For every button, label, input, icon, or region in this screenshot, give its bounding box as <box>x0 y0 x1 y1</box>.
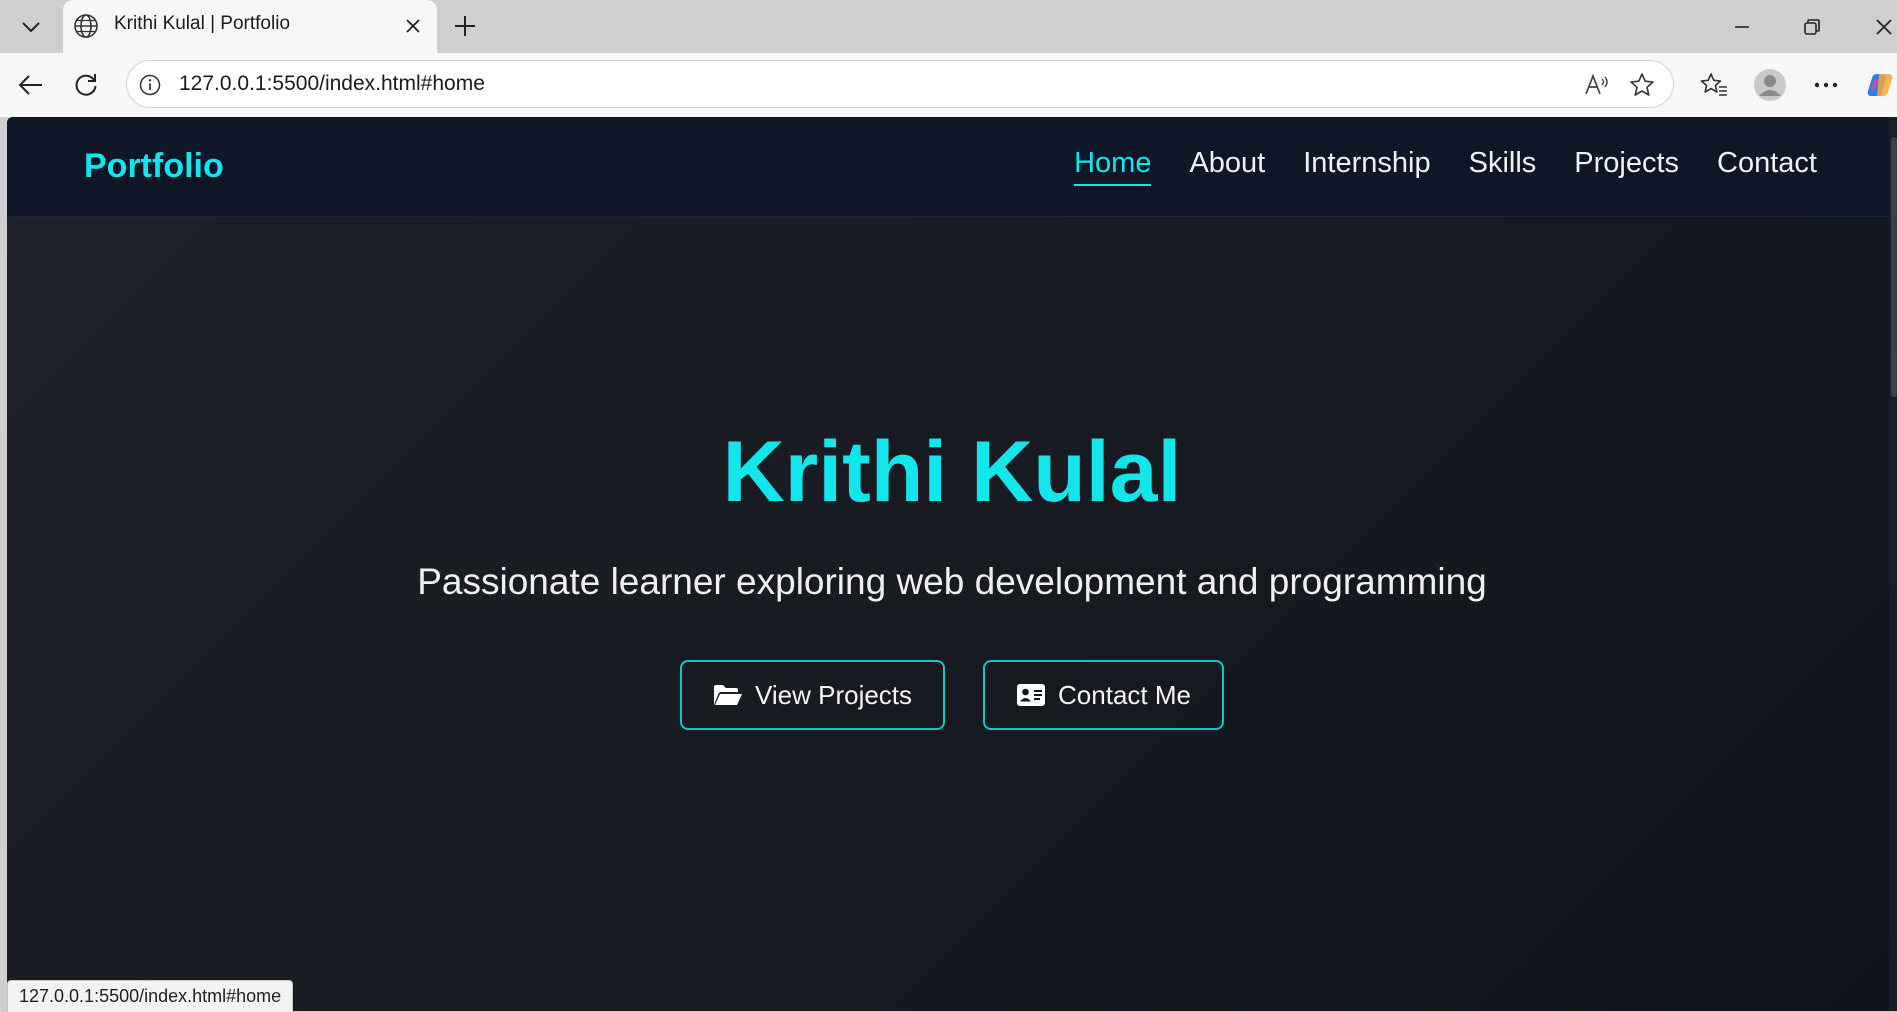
page-scrollbar[interactable] <box>1889 117 1897 1011</box>
page-scrollbar-thumb[interactable] <box>1891 137 1897 397</box>
favorites-button[interactable] <box>1696 67 1732 103</box>
site-nav-links: Home About Internship Skills Projects Co… <box>1074 147 1817 186</box>
close-icon <box>1876 19 1892 35</box>
avatar-icon <box>1754 69 1786 101</box>
site-info-icon[interactable] <box>137 72 163 98</box>
chevron-down-icon <box>22 22 40 33</box>
profile-button[interactable] <box>1752 67 1788 103</box>
browser-tab-active[interactable]: Krithi Kulal | Portfolio <box>63 0 437 53</box>
contact-me-button[interactable]: Contact Me <box>983 660 1224 730</box>
hero-tagline: Passionate learner exploring web develop… <box>417 561 1487 602</box>
browser-toolbar: 127.0.0.1:5500/index.html#home <box>0 53 1897 117</box>
address-card-icon <box>1016 682 1046 708</box>
browser-tab-strip: Krithi Kulal | Portfolio <box>0 0 1897 53</box>
site-brand-logo[interactable]: Portfolio <box>84 147 224 186</box>
nav-link-internship[interactable]: Internship <box>1303 147 1430 186</box>
tab-close-button[interactable] <box>401 14 425 38</box>
nav-link-projects[interactable]: Projects <box>1574 147 1679 186</box>
settings-more-button[interactable] <box>1808 67 1844 103</box>
site-navbar: Portfolio Home About Internship Skills P… <box>7 117 1897 217</box>
contact-me-label: Contact Me <box>1058 679 1191 710</box>
hero-button-row: View Projects Contact Me <box>7 660 1897 730</box>
minimize-icon <box>1735 26 1749 28</box>
arrow-left-icon <box>18 75 42 95</box>
page-viewport: Portfolio Home About Internship Skills P… <box>7 117 1897 1011</box>
nav-link-about[interactable]: About <box>1189 147 1265 186</box>
minimize-window-button[interactable] <box>1722 10 1762 44</box>
view-projects-label: View Projects <box>755 679 913 710</box>
nav-link-skills[interactable]: Skills <box>1469 147 1537 186</box>
restore-window-button[interactable] <box>1792 10 1832 44</box>
link-status-bubble: 127.0.0.1:5500/index.html#home <box>7 980 294 1012</box>
new-tab-button[interactable] <box>449 10 481 42</box>
restore-icon <box>1804 19 1820 35</box>
close-icon <box>406 19 420 33</box>
folder-open-icon <box>713 682 743 708</box>
globe-icon <box>73 13 99 39</box>
nav-link-contact[interactable]: Contact <box>1717 147 1817 186</box>
add-favorite-star-icon[interactable] <box>1627 70 1657 100</box>
back-button[interactable] <box>13 67 49 103</box>
nav-link-home[interactable]: Home <box>1074 147 1152 186</box>
refresh-icon <box>75 74 97 96</box>
read-aloud-icon[interactable] <box>1582 70 1612 100</box>
view-projects-button[interactable]: View Projects <box>680 660 946 730</box>
more-horizontal-icon <box>1814 82 1838 88</box>
address-url[interactable]: 127.0.0.1:5500/index.html#home <box>179 72 485 96</box>
tab-title: Krithi Kulal | Portfolio <box>114 13 291 34</box>
copilot-button[interactable] <box>1862 67 1897 103</box>
favorites-star-list-icon <box>1700 73 1727 96</box>
hero-name-heading: Krithi Kulal <box>722 424 1182 520</box>
tab-actions-menu-button[interactable] <box>14 12 48 42</box>
copilot-icon <box>1867 74 1893 96</box>
plus-icon <box>455 16 475 36</box>
close-window-button[interactable] <box>1864 10 1897 44</box>
address-bar[interactable]: 127.0.0.1:5500/index.html#home <box>126 60 1674 108</box>
reload-button[interactable] <box>68 67 104 103</box>
